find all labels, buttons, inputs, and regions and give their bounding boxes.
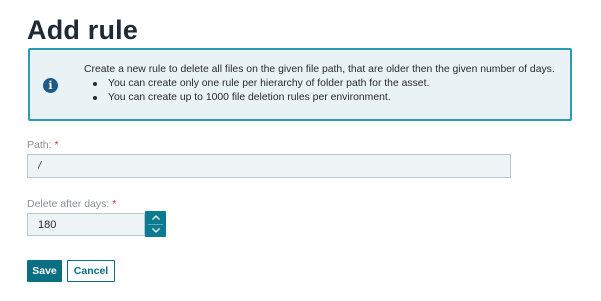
info-description: Create a new rule to delete all files on… <box>84 64 555 75</box>
info-bullet-list: You can create only one rule per hierarc… <box>84 77 569 105</box>
info-icon: i <box>43 78 58 93</box>
chevron-down-icon <box>151 228 160 234</box>
path-label: Path: * <box>27 139 59 151</box>
days-input[interactable] <box>27 213 145 236</box>
required-marker: * <box>54 139 59 151</box>
save-button[interactable]: Save <box>27 260 62 282</box>
days-label-text: Delete after days: <box>27 198 110 210</box>
info-bullet: You can create only one rule per hierarc… <box>84 77 569 91</box>
required-marker: * <box>112 198 117 210</box>
decrement-button[interactable] <box>145 224 166 237</box>
info-box: i Create a new rule to delete all files … <box>28 48 572 121</box>
days-stepper <box>145 211 166 237</box>
info-bullet: You can create up to 1000 file deletion … <box>84 91 569 105</box>
page-title: Add rule <box>27 15 139 45</box>
path-input[interactable] <box>27 154 511 178</box>
increment-button[interactable] <box>145 211 166 224</box>
path-label-text: Path: <box>27 139 52 151</box>
cancel-button[interactable]: Cancel <box>67 260 115 282</box>
info-text: Create a new rule to delete all files on… <box>84 63 569 105</box>
chevron-up-icon <box>151 215 160 221</box>
days-label: Delete after days: * <box>27 198 116 210</box>
